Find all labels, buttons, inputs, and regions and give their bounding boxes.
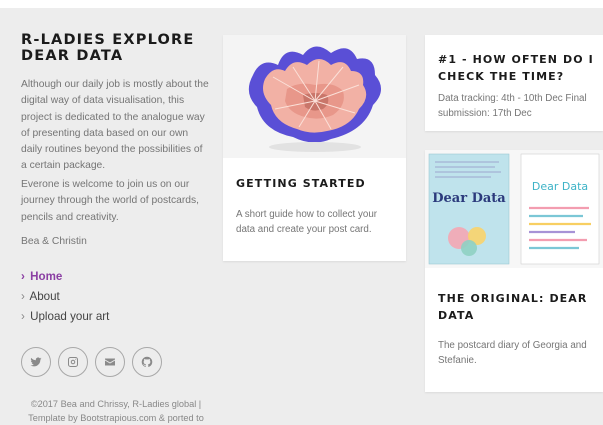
card-title: GETTING STARTED	[236, 177, 366, 190]
email-link[interactable]	[95, 347, 125, 377]
card-text: Data tracking: 4th - 10th Dec Final subm…	[438, 93, 587, 119]
intro-text: Although our daily job is mostly about t…	[21, 79, 209, 172]
card-title: #1 - HOW OFTEN DO I CHECK THE TIME?	[438, 53, 594, 83]
main-nav: › Home › About › Upload your art	[21, 267, 109, 327]
dear-data-books-icon: Dear Data Dear Data	[425, 150, 603, 268]
dear-data-books-image: Dear Data Dear Data	[425, 150, 603, 268]
footer-text: ©2017 Bea and Chrissy, R-Ladies global |…	[28, 399, 204, 423]
card-check-time[interactable]: #1 - HOW OFTEN DO I CHECK THE TIME? Data…	[425, 35, 603, 131]
card-getting-started[interactable]: GETTING STARTED A short guide how to col…	[223, 35, 406, 261]
twitter-link[interactable]	[21, 347, 51, 377]
chevron-right-icon: ›	[21, 270, 25, 283]
book-title-left: Dear Data	[432, 191, 506, 206]
nav-item-home[interactable]: › Home	[21, 267, 109, 287]
card-dear-data[interactable]: Dear Data Dear Data THE ORIGINAL: DEAR D…	[425, 150, 603, 392]
nav-item-label: Upload your art	[30, 310, 110, 323]
site-title: R-LADIES EXPLORE DEAR DATA	[21, 32, 195, 64]
email-icon	[105, 358, 115, 366]
github-link[interactable]	[132, 347, 162, 377]
card-text: A short guide how to collect your data a…	[236, 209, 378, 235]
pencil-shaving-icon	[223, 35, 406, 158]
social-links	[21, 347, 162, 377]
instagram-link[interactable]	[58, 347, 88, 377]
github-icon	[141, 356, 153, 368]
chevron-right-icon: ›	[21, 290, 25, 303]
instagram-icon	[68, 357, 78, 367]
chevron-right-icon: ›	[21, 310, 25, 323]
pencil-shaving-image	[223, 35, 406, 158]
nav-item-about[interactable]: › About	[21, 287, 109, 307]
nav-item-label: About	[29, 290, 60, 303]
signature: Bea & Christin	[21, 236, 87, 247]
card-title: THE ORIGINAL: DEAR DATA	[438, 292, 588, 322]
nav-item-upload[interactable]: › Upload your art	[21, 307, 109, 327]
top-bar	[0, 0, 603, 8]
book-title-right: Dear Data	[532, 180, 588, 193]
welcome-text: Everone is welcome to join us on our jou…	[21, 179, 200, 223]
nav-item-label: Home	[30, 270, 63, 283]
twitter-icon	[30, 357, 42, 367]
card-text: The postcard diary of Georgia and Stefan…	[438, 340, 587, 366]
